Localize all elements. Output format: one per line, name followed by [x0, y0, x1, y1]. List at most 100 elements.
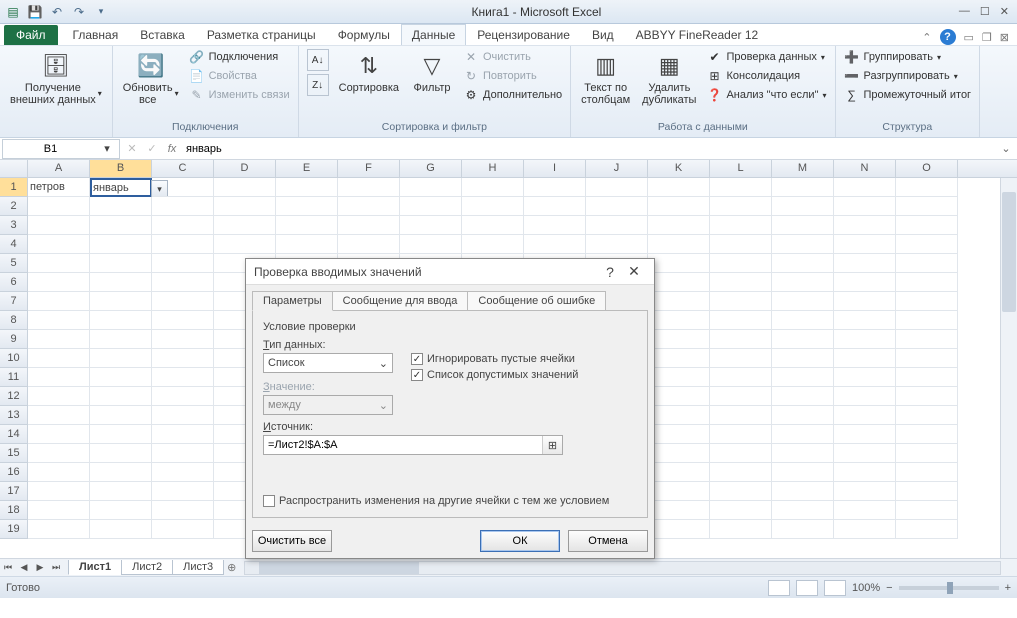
row-header[interactable]: 17 [0, 482, 28, 501]
name-box-dropdown-icon[interactable]: ▾ [98, 142, 116, 155]
cell-L11[interactable] [710, 368, 772, 387]
column-header[interactable]: G [400, 160, 462, 177]
minimize-ribbon-icon[interactable]: ⌃ [922, 31, 931, 44]
cell-H3[interactable] [462, 216, 524, 235]
cell-M9[interactable] [772, 330, 834, 349]
customize-qat-icon[interactable]: ▾ [92, 3, 110, 21]
cell-B2[interactable] [90, 197, 152, 216]
cell-E4[interactable] [276, 235, 338, 254]
cell-M2[interactable] [772, 197, 834, 216]
zoom-knob[interactable] [947, 582, 953, 594]
cell-N13[interactable] [834, 406, 896, 425]
cell-O2[interactable] [896, 197, 958, 216]
cell-B8[interactable] [90, 311, 152, 330]
ribbon-tab-6[interactable]: Вид [581, 24, 625, 45]
cell-A1[interactable]: петров [28, 178, 90, 197]
cell-M4[interactable] [772, 235, 834, 254]
cell-A9[interactable] [28, 330, 90, 349]
column-header[interactable]: O [896, 160, 958, 177]
scrollbar-thumb[interactable] [1002, 192, 1016, 312]
cell-E3[interactable] [276, 216, 338, 235]
sort-button[interactable]: ⇅Сортировка [335, 48, 403, 96]
cell-C7[interactable] [152, 292, 214, 311]
column-header[interactable]: K [648, 160, 710, 177]
row-header[interactable]: 16 [0, 463, 28, 482]
save-icon[interactable]: 💾 [26, 3, 44, 21]
cell-B17[interactable] [90, 482, 152, 501]
enter-formula-icon[interactable]: ✓ [142, 142, 162, 155]
cell-L5[interactable] [710, 254, 772, 273]
cell-D3[interactable] [214, 216, 276, 235]
dialog-tab-0[interactable]: Параметры [252, 291, 333, 311]
cell-K9[interactable] [648, 330, 710, 349]
undo-icon[interactable]: ↶ [48, 3, 66, 21]
mdi-close-icon[interactable]: ⊠ [1000, 31, 1009, 44]
cell-A16[interactable] [28, 463, 90, 482]
cell-L10[interactable] [710, 349, 772, 368]
cell-A17[interactable] [28, 482, 90, 501]
cell-L13[interactable] [710, 406, 772, 425]
cell-M19[interactable] [772, 520, 834, 539]
name-box[interactable]: ▾ [2, 139, 120, 159]
connections-button[interactable]: 🔗Подключения [187, 48, 292, 66]
cell-D1[interactable] [214, 178, 276, 197]
cell-O14[interactable] [896, 425, 958, 444]
row-header[interactable]: 7 [0, 292, 28, 311]
cell-N18[interactable] [834, 501, 896, 520]
row-header[interactable]: 19 [0, 520, 28, 539]
row-header[interactable]: 2 [0, 197, 28, 216]
cell-N1[interactable] [834, 178, 896, 197]
cell-B9[interactable] [90, 330, 152, 349]
cell-A4[interactable] [28, 235, 90, 254]
column-header[interactable]: D [214, 160, 276, 177]
cell-C8[interactable] [152, 311, 214, 330]
cell-M1[interactable] [772, 178, 834, 197]
cell-I3[interactable] [524, 216, 586, 235]
cell-J4[interactable] [586, 235, 648, 254]
column-header[interactable]: L [710, 160, 772, 177]
cell-A19[interactable] [28, 520, 90, 539]
cell-C3[interactable] [152, 216, 214, 235]
cell-M14[interactable] [772, 425, 834, 444]
sort-desc-button[interactable]: Z↓ [305, 73, 331, 97]
group-button[interactable]: ➕Группировать ▾ [842, 48, 974, 66]
cell-H4[interactable] [462, 235, 524, 254]
cell-K14[interactable] [648, 425, 710, 444]
cell-K5[interactable] [648, 254, 710, 273]
source-input[interactable] [264, 439, 542, 451]
cell-L14[interactable] [710, 425, 772, 444]
cell-K10[interactable] [648, 349, 710, 368]
cell-O1[interactable] [896, 178, 958, 197]
ribbon-tab-7[interactable]: ABBYY FineReader 12 [625, 24, 770, 45]
cell-G4[interactable] [400, 235, 462, 254]
cell-C5[interactable] [152, 254, 214, 273]
cell-M3[interactable] [772, 216, 834, 235]
scrollbar-thumb[interactable] [259, 562, 419, 574]
cell-G1[interactable] [400, 178, 462, 197]
cell-A13[interactable] [28, 406, 90, 425]
cell-K4[interactable] [648, 235, 710, 254]
cell-C18[interactable] [152, 501, 214, 520]
ribbon-tab-2[interactable]: Разметка страницы [196, 24, 327, 45]
cell-O3[interactable] [896, 216, 958, 235]
cell-O8[interactable] [896, 311, 958, 330]
cell-B3[interactable] [90, 216, 152, 235]
cell-O11[interactable] [896, 368, 958, 387]
cell-M7[interactable] [772, 292, 834, 311]
cell-M10[interactable] [772, 349, 834, 368]
cell-J1[interactable] [586, 178, 648, 197]
minimize-button[interactable]: — [959, 5, 970, 18]
cell-C19[interactable] [152, 520, 214, 539]
cell-M5[interactable] [772, 254, 834, 273]
zoom-out-button[interactable]: − [886, 582, 892, 594]
row-header[interactable]: 1 [0, 178, 28, 197]
cell-I1[interactable] [524, 178, 586, 197]
cell-L12[interactable] [710, 387, 772, 406]
select-all-corner[interactable] [0, 160, 28, 177]
remove-duplicates-button[interactable]: ▦Удалитьдубликаты [638, 48, 700, 108]
ok-button[interactable]: ОК [480, 530, 560, 552]
cell-A12[interactable] [28, 387, 90, 406]
cell-H1[interactable] [462, 178, 524, 197]
cell-C10[interactable] [152, 349, 214, 368]
clear-all-button[interactable]: Очистить все [252, 530, 332, 552]
